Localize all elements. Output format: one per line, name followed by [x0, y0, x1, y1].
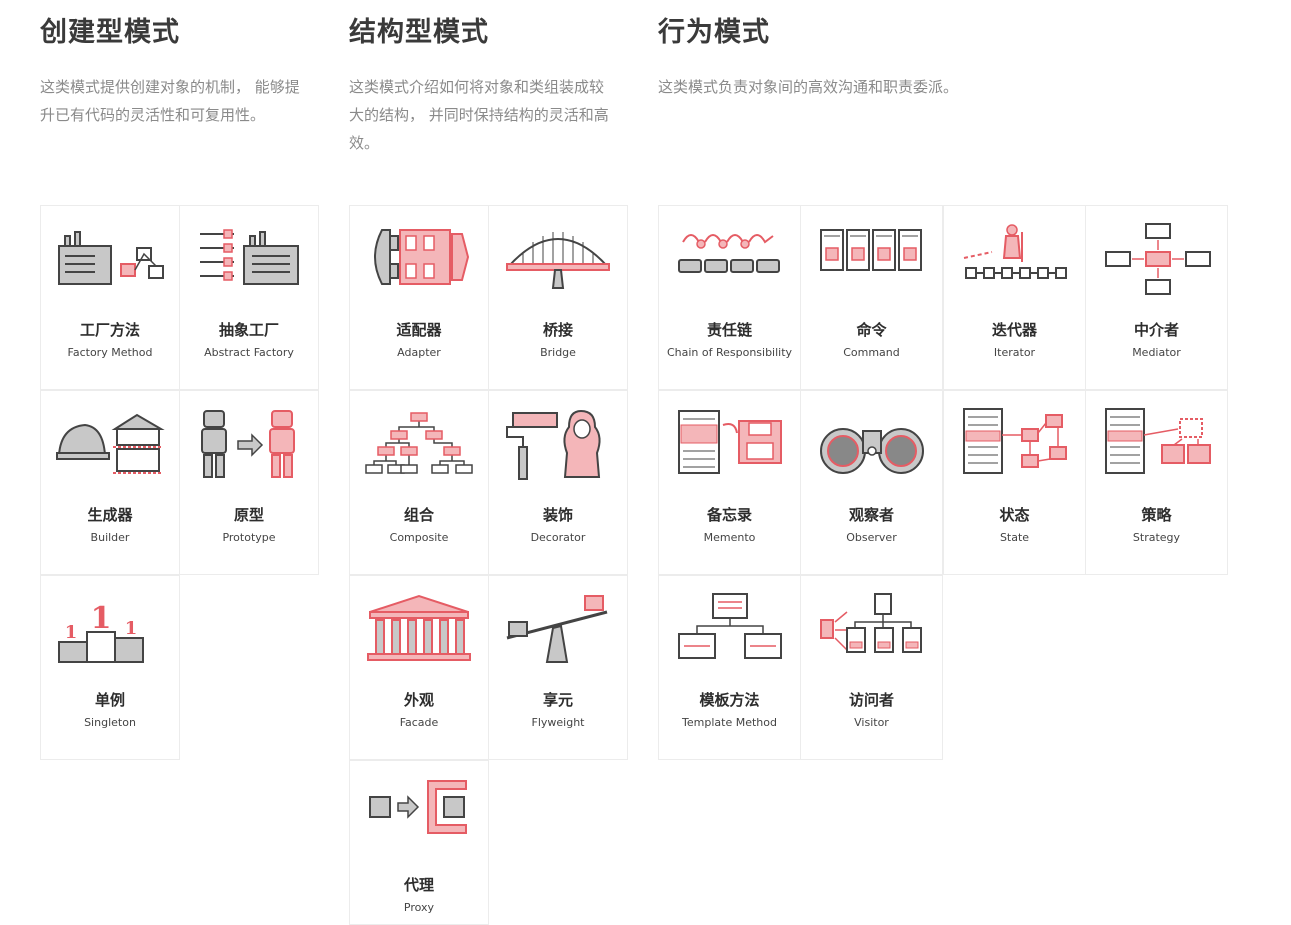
card-mediator[interactable]: 中介者 Mediator [1085, 205, 1228, 390]
pattern-name-zh: 模板方法 [699, 691, 760, 709]
pattern-name-en: Decorator [530, 531, 586, 544]
pattern-name-zh: 桥接 [542, 321, 573, 339]
card-state[interactable]: 状态 State [943, 390, 1086, 575]
svg-text:1: 1 [65, 622, 78, 643]
pattern-name-en: Proxy [403, 901, 435, 914]
pattern-name-zh: 迭代器 [991, 321, 1037, 339]
svg-text:1: 1 [91, 601, 112, 636]
pattern-name-en: Bridge [540, 346, 576, 359]
card-template-method[interactable]: 模板方法 Template Method [658, 575, 801, 760]
pattern-name-en: Composite [389, 531, 449, 544]
pattern-name-en: Iterator [993, 346, 1036, 359]
section-description: 这类模式负责对象间的高效沟通和职责委派。 [658, 78, 959, 96]
strategy-icon [1086, 407, 1227, 497]
card-proxy[interactable]: 代理 Proxy [349, 760, 489, 925]
composite-icon [350, 407, 488, 497]
pattern-name-zh: 策略 [1141, 506, 1172, 524]
pattern-name-zh: 命令 [856, 321, 887, 339]
state-icon [944, 407, 1085, 497]
card-strategy[interactable]: 策略 Strategy [1085, 390, 1228, 575]
card-adapter[interactable]: 适配器 Adapter [349, 205, 489, 390]
pattern-name-en: Template Method [682, 716, 777, 729]
pattern-name-en: Visitor [854, 716, 889, 729]
card-memento[interactable]: 备忘录 Memento [658, 390, 801, 575]
pattern-name-zh: 观察者 [848, 506, 894, 524]
card-facade[interactable]: 外观 Facade [349, 575, 489, 760]
card-decorator[interactable]: 装饰 Decorator [488, 390, 628, 575]
prototype-icon [180, 407, 318, 497]
pattern-name-zh: 组合 [403, 506, 434, 524]
iterator-icon [944, 222, 1085, 312]
facade-icon [350, 592, 488, 682]
pattern-name-en: Flyweight [531, 716, 585, 729]
bridge-icon [489, 222, 627, 312]
decorator-icon [489, 407, 627, 497]
pattern-name-zh: 享元 [542, 691, 573, 709]
pattern-name-en: State [999, 531, 1030, 544]
pattern-name-en: Facade [399, 716, 439, 729]
card-factory-method[interactable]: 工厂方法 Factory Method [40, 205, 180, 390]
adapter-icon [350, 222, 488, 312]
card-singleton[interactable]: 1 1 1 单例 Singleton [40, 575, 180, 760]
pattern-name-zh: 中介者 [1133, 321, 1179, 339]
card-prototype[interactable]: 原型 Prototype [179, 390, 319, 575]
card-command[interactable]: 命令 Command [800, 205, 943, 390]
builder-icon [41, 407, 179, 497]
proxy-icon [350, 777, 488, 867]
pattern-name-en: Prototype [222, 531, 276, 544]
card-flyweight[interactable]: 享元 Flyweight [488, 575, 628, 760]
pattern-name-en: Abstract Factory [204, 346, 294, 359]
section-title: 结构型模式 [349, 17, 489, 48]
card-observer[interactable]: 观察者 Observer [800, 390, 943, 575]
pattern-name-en: Command [843, 346, 900, 359]
pattern-name-en: Memento [703, 531, 756, 544]
flyweight-icon [489, 592, 627, 682]
pattern-name-zh: 适配器 [396, 321, 442, 339]
singleton-icon: 1 1 1 [41, 592, 179, 682]
visitor-icon [801, 592, 942, 682]
pattern-name-zh: 抽象工厂 [218, 321, 279, 339]
mediator-icon [1086, 222, 1227, 312]
template-method-icon [659, 592, 800, 682]
pattern-name-zh: 责任链 [706, 321, 752, 339]
card-composite[interactable]: 组合 Composite [349, 390, 489, 575]
pattern-name-zh: 原型 [233, 506, 264, 524]
chain-icon [659, 222, 800, 312]
section-description: 这类模式提供创建对象的机制， 能够提 升已有代码的灵活性和可复用性。 [40, 78, 300, 124]
observer-icon [801, 407, 942, 497]
pattern-name-en: Chain of Responsibility [666, 346, 793, 359]
pattern-name-zh: 生成器 [87, 506, 133, 524]
svg-text:1: 1 [125, 618, 138, 639]
pattern-name-zh: 工厂方法 [79, 321, 140, 339]
pattern-name-en: Singleton [84, 716, 136, 729]
card-iterator[interactable]: 迭代器 Iterator [943, 205, 1086, 390]
section-title: 行为模式 [658, 17, 770, 48]
memento-icon [659, 407, 800, 497]
abstract-factory-icon [180, 222, 318, 312]
pattern-name-en: Factory Method [67, 346, 153, 359]
factory-method-icon [41, 222, 179, 312]
pattern-name-zh: 状态 [999, 506, 1030, 524]
section-description: 这类模式介绍如何将对象和类组装成较 大的结构， 并同时保持结构的灵活和高 效。 [349, 78, 609, 152]
pattern-name-zh: 装饰 [542, 506, 573, 524]
section-title: 创建型模式 [40, 17, 180, 48]
pattern-name-en: Observer [846, 531, 897, 544]
pattern-name-zh: 备忘录 [706, 506, 752, 524]
pattern-name-zh: 代理 [403, 876, 434, 894]
card-chain-of-responsibility[interactable]: 责任链 Chain of Responsibility [658, 205, 801, 390]
card-bridge[interactable]: 桥接 Bridge [488, 205, 628, 390]
pattern-name-en: Strategy [1132, 531, 1181, 544]
card-builder[interactable]: 生成器 Builder [40, 390, 180, 575]
pattern-name-zh: 访问者 [848, 691, 894, 709]
pattern-name-en: Builder [90, 531, 130, 544]
command-icon [801, 222, 942, 312]
card-abstract-factory[interactable]: 抽象工厂 Abstract Factory [179, 205, 319, 390]
pattern-name-zh: 外观 [403, 691, 434, 709]
pattern-name-en: Adapter [397, 346, 441, 359]
pattern-name-en: Mediator [1132, 346, 1181, 359]
card-visitor[interactable]: 访问者 Visitor [800, 575, 943, 760]
pattern-name-zh: 单例 [94, 691, 125, 709]
